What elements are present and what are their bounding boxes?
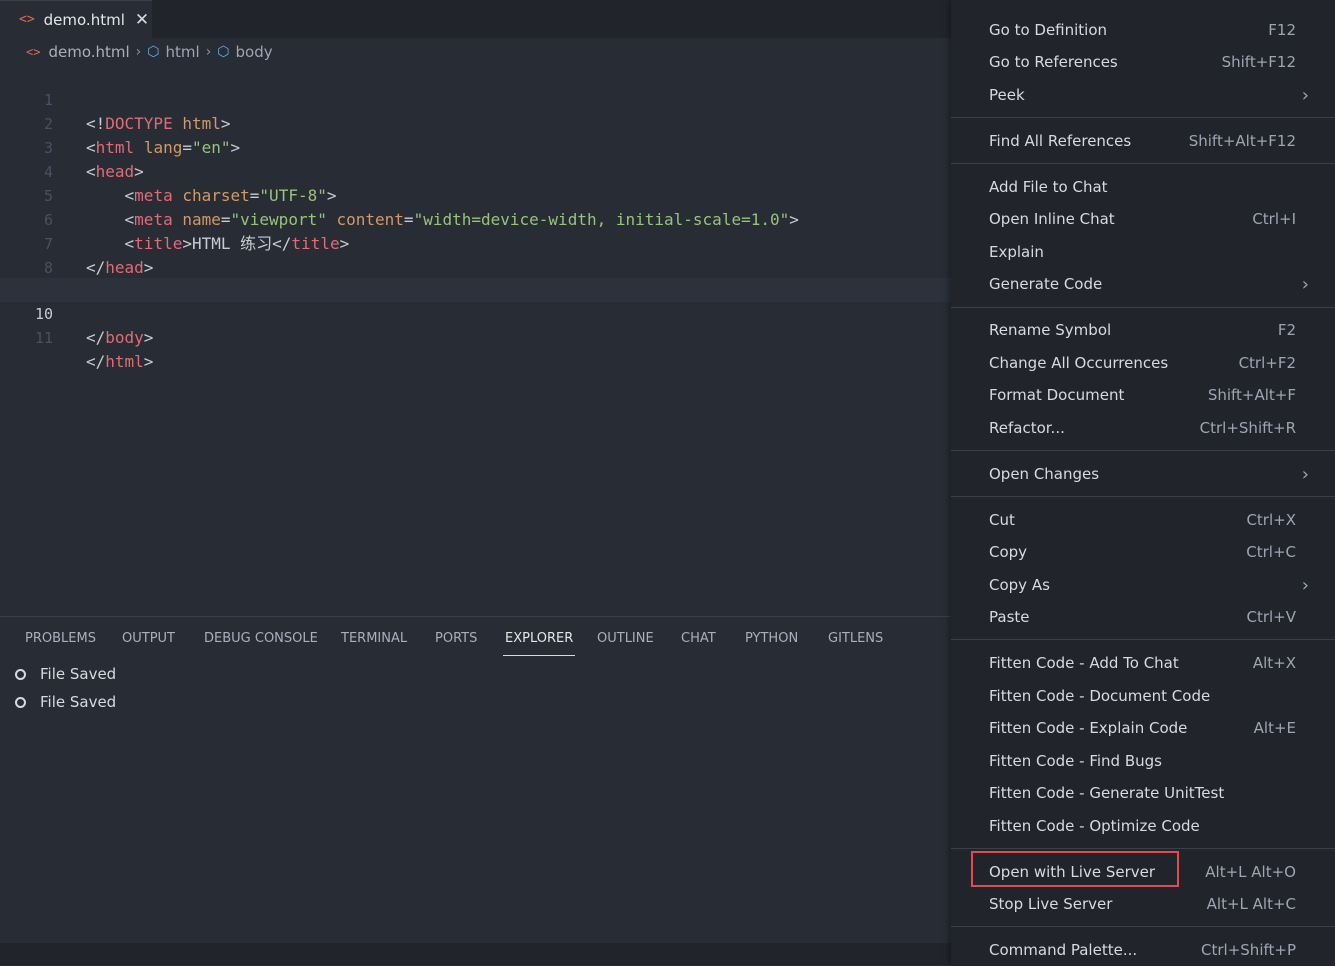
menu-separator <box>951 163 1335 164</box>
breadcrumb: <> demo.html › ⬡ html › ⬡ body <box>0 38 951 66</box>
chevron-right-icon: › <box>1301 273 1309 295</box>
line-number: 11 <box>34 329 53 347</box>
symbol-element-icon: ⬡ <box>147 44 160 60</box>
tab-python[interactable]: PYTHON <box>745 631 798 646</box>
breadcrumb-item-file[interactable]: demo.html <box>48 43 129 61</box>
menu-item-fitten-find-bugs[interactable]: Fitten Code - Find Bugs <box>951 745 1335 777</box>
code-line[interactable]: 7 </head> <box>0 208 951 277</box>
menu-item-stop-live-server[interactable]: Stop Live Server Alt+L Alt+C <box>951 888 1335 920</box>
tab-ports[interactable]: PORTS <box>435 631 477 646</box>
menu-item-go-to-definition[interactable]: Go to Definition F12 <box>951 14 1335 46</box>
message-text: File Saved <box>40 693 117 711</box>
highlight-box <box>971 851 1179 887</box>
chevron-right-icon: › <box>135 44 142 60</box>
html-file-icon: <> <box>26 45 41 59</box>
breadcrumb-item-body[interactable]: body <box>236 43 273 61</box>
code-line[interactable]: 11 </html> <box>0 302 951 371</box>
list-item[interactable]: File Saved <box>15 693 116 711</box>
symbol-element-icon: ⬡ <box>217 44 230 60</box>
tab-label: demo.html <box>43 10 125 29</box>
status-bar <box>0 943 951 965</box>
menu-item-paste[interactable]: Paste Ctrl+V <box>951 601 1335 633</box>
menu-item-fitten-add-to-chat[interactable]: Fitten Code - Add To Chat Alt+X <box>951 647 1335 679</box>
tab-problems[interactable]: PROBLEMS <box>25 631 96 646</box>
menu-item-go-to-references[interactable]: Go to References Shift+F12 <box>951 46 1335 78</box>
tab-demo-html[interactable]: <> demo.html ✕ <box>0 0 152 38</box>
panel-tabs: PROBLEMS OUTPUT DEBUG CONSOLE TERMINAL P… <box>0 617 951 663</box>
menu-item-cut[interactable]: Cut Ctrl+X <box>951 504 1335 536</box>
tab-chat[interactable]: CHAT <box>681 631 716 646</box>
circle-icon <box>15 696 26 708</box>
code-line[interactable]: 4 <meta charset="UTF-8"> <box>0 136 951 205</box>
code-text: </html> <box>86 352 154 371</box>
editor-tab-bar: <> demo.html ✕ <box>0 0 951 38</box>
menu-item-fitten-optimize-code[interactable]: Fitten Code - Optimize Code <box>951 810 1335 842</box>
menu-item-peek[interactable]: Peek › <box>951 79 1335 111</box>
chevron-right-icon: › <box>205 44 212 60</box>
menu-separator <box>951 450 1335 451</box>
code-line[interactable]: 5 <meta name="viewport" content="width=d… <box>0 160 951 229</box>
code-text: </body> <box>86 328 154 347</box>
menu-item-explain[interactable]: Explain <box>951 236 1335 268</box>
code-line[interactable]: 1 <!DOCTYPE html> <box>0 64 951 133</box>
tab-output[interactable]: OUTPUT <box>122 631 175 646</box>
tab-terminal[interactable]: TERMINAL <box>341 631 407 646</box>
chevron-right-icon: › <box>1301 463 1309 485</box>
chevron-right-icon: › <box>1301 84 1309 106</box>
menu-item-add-file-to-chat[interactable]: Add File to Chat <box>951 171 1335 203</box>
breadcrumb-item-html[interactable]: html <box>166 43 200 61</box>
menu-separator <box>951 639 1335 640</box>
menu-item-command-palette[interactable]: Command Palette... Ctrl+Shift+P <box>951 934 1335 966</box>
menu-item-rename-symbol[interactable]: Rename Symbol F2 <box>951 314 1335 346</box>
menu-item-open-inline-chat[interactable]: Open Inline Chat Ctrl+I <box>951 203 1335 235</box>
list-item[interactable]: File Saved <box>15 665 116 683</box>
tab-explorer[interactable]: EXPLORER <box>502 631 576 656</box>
chevron-right-icon: › <box>1301 574 1309 596</box>
menu-item-copy[interactable]: Copy Ctrl+C <box>951 536 1335 568</box>
html-file-icon: <> <box>19 12 35 27</box>
tab-outline[interactable]: OUTLINE <box>597 631 654 646</box>
close-icon[interactable]: ✕ <box>135 10 149 30</box>
code-line[interactable]: 9 <box>0 256 951 301</box>
menu-separator <box>951 496 1335 497</box>
menu-item-refactor[interactable]: Refactor... Ctrl+Shift+R <box>951 412 1335 444</box>
menu-separator <box>951 848 1335 849</box>
menu-item-fitten-explain-code[interactable]: Fitten Code - Explain Code Alt+E <box>951 712 1335 744</box>
menu-separator <box>951 117 1335 118</box>
bottom-panel: PROBLEMS OUTPUT DEBUG CONSOLE TERMINAL P… <box>0 616 951 944</box>
menu-item-fitten-generate-unittest[interactable]: Fitten Code - Generate UnitTest <box>951 777 1335 809</box>
code-editor[interactable]: 1 <!DOCTYPE html> 2 <html lang="en"> 3 <… <box>0 64 951 616</box>
menu-item-copy-as[interactable]: Copy As › <box>951 569 1335 601</box>
code-line[interactable]: 2 <html lang="en"> <box>0 88 951 157</box>
code-line[interactable]: 8 <body> <box>0 232 951 301</box>
menu-item-fitten-document-code[interactable]: Fitten Code - Document Code <box>951 680 1335 712</box>
code-line[interactable]: 6 <title>HTML 练习</title> <box>0 184 951 253</box>
message-text: File Saved <box>40 665 117 683</box>
circle-icon <box>15 668 26 680</box>
menu-item-open-changes[interactable]: Open Changes › <box>951 458 1335 490</box>
menu-item-generate-code[interactable]: Generate Code › <box>951 268 1335 300</box>
context-menu: Go to Definition F12 Go to References Shif… <box>951 0 1335 965</box>
tab-debug-console[interactable]: DEBUG CONSOLE <box>204 631 318 646</box>
code-line-active[interactable]: 10 </body> <box>0 278 951 347</box>
tab-gitlens[interactable]: GITLENS <box>828 631 883 646</box>
code-line[interactable]: 3 <head> <box>0 112 951 181</box>
menu-item-change-all-occurrences[interactable]: Change All Occurrences Ctrl+F2 <box>951 347 1335 379</box>
menu-item-format-document[interactable]: Format Document Shift+Alt+F <box>951 379 1335 411</box>
menu-item-find-all-references[interactable]: Find All References Shift+Alt+F12 <box>951 125 1335 157</box>
menu-separator <box>951 926 1335 927</box>
menu-separator <box>951 307 1335 308</box>
